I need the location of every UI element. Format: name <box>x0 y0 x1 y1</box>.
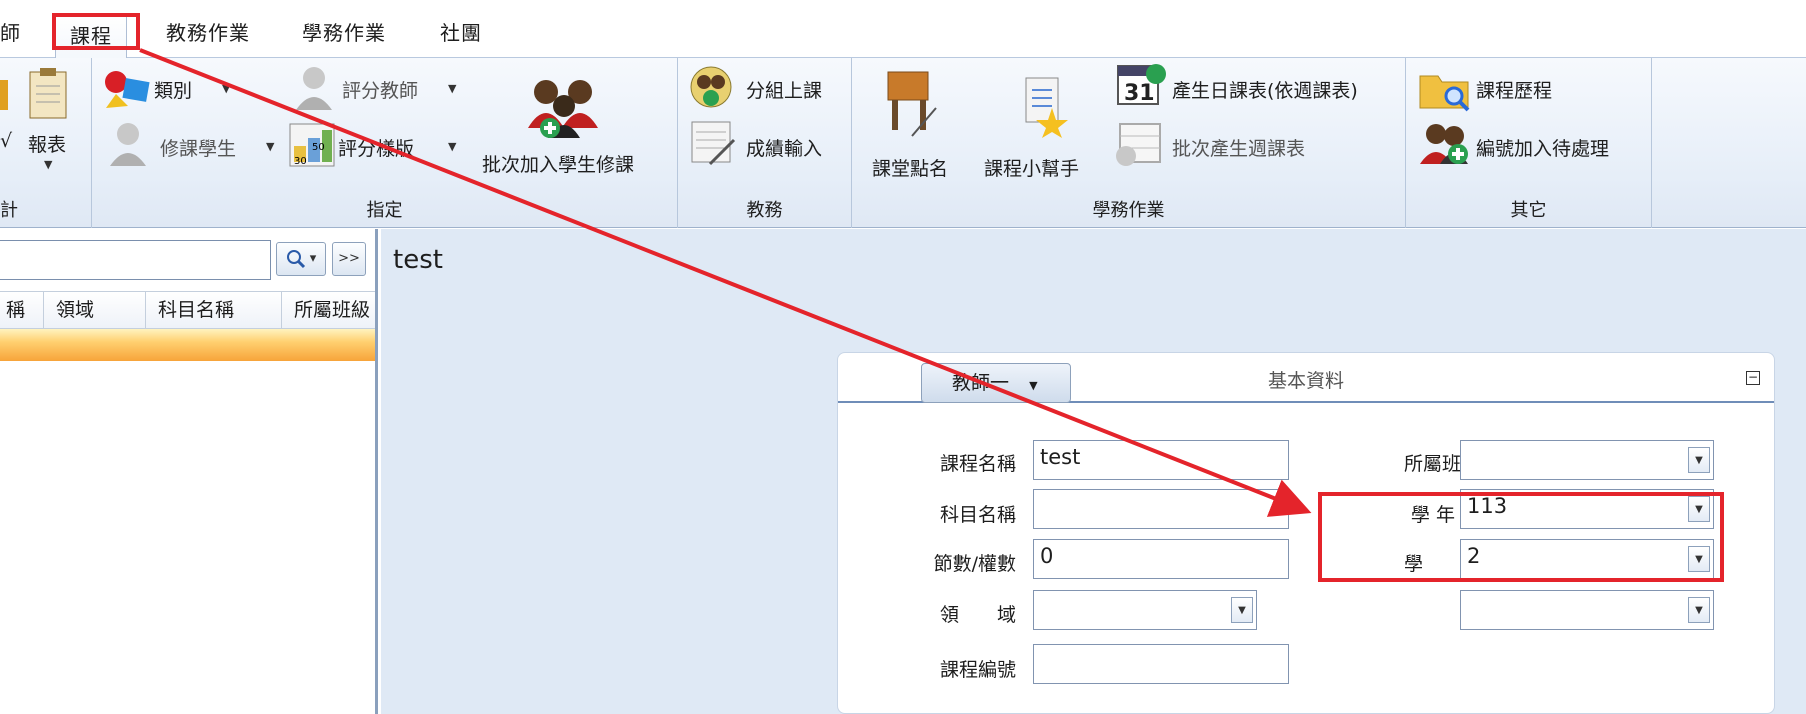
search-dropdown-icon: ▾ <box>309 251 317 266</box>
svg-text:31: 31 <box>1124 81 1155 106</box>
chart-icon <box>0 72 10 116</box>
ribbon-group-statistics-label: 計 <box>0 200 18 221</box>
course-history-button[interactable]: 課程歷程 <box>1476 76 1552 103</box>
teacher-role-label: 教師一 <box>952 372 1010 394</box>
menu-tab-student-affairs[interactable]: 學務作業 <box>302 17 386 46</box>
class-label: 所屬班級 <box>1403 453 1480 475</box>
teacher-select[interactable]: ▼ <box>1460 590 1714 630</box>
course-name-field[interactable]: test <box>1033 440 1289 480</box>
grading-teacher-caret-icon: ▼ <box>448 82 457 95</box>
group-class-button[interactable]: 分組上課 <box>746 76 822 103</box>
course-helper-button[interactable]: 課程小幫手 <box>984 154 1079 181</box>
domain-select[interactable]: ▼ <box>1033 590 1257 630</box>
detail-title: test <box>393 245 443 275</box>
roll-call-button[interactable]: 課堂點名 <box>872 154 948 181</box>
report-caret-icon: ▼ <box>44 158 53 171</box>
category-button[interactable]: 類別 <box>154 76 192 103</box>
report-icon <box>26 66 70 126</box>
grading-teacher-button[interactable]: 評分教師 <box>342 76 418 103</box>
grade-entry-button[interactable]: 成績輸入 <box>746 134 822 161</box>
search-icon <box>286 249 310 268</box>
menu-tab-academic-affairs[interactable]: 教務作業 <box>166 17 250 46</box>
class-select[interactable]: ▼ <box>1460 440 1714 480</box>
semester-label: 學 期 <box>1403 553 1480 575</box>
subject-name-label: 科目名稱 <box>939 504 1016 526</box>
ribbon-group-academic: 分組上課 成績輸入 教務 <box>678 58 852 228</box>
next-button[interactable]: >> <box>332 242 366 276</box>
generate-daily-schedule-button[interactable]: 產生日課表(依週課表) <box>1172 76 1358 103</box>
course-name-label: 課程名稱 <box>939 453 1016 475</box>
credits-field[interactable]: 0 <box>1033 539 1289 579</box>
subject-name-field[interactable] <box>1033 489 1289 529</box>
chevron-down-icon[interactable]: ▼ <box>1688 597 1710 623</box>
school-year-select[interactable]: 113 ▼ <box>1460 489 1714 529</box>
ribbon-group-statistics: 報表 ▼ √ 計 <box>0 58 92 228</box>
folder-search-icon <box>1418 68 1472 116</box>
group-class-icon <box>688 64 734 114</box>
ribbon-group-assign-label: 指定 <box>366 200 403 221</box>
chevron-down-icon[interactable]: ▼ <box>1231 597 1253 623</box>
teacher-role-button[interactable]: 教師一 ▼ <box>921 363 1071 403</box>
ribbon-group-other: 課程歷程 編號加入待處理 其它 <box>1406 58 1652 228</box>
course-list-panel: ▾ >> 稱 領域 科目名稱 所屬班級 <box>0 229 378 714</box>
enroll-student-caret-icon: ▼ <box>266 140 275 153</box>
selected-table-row[interactable] <box>0 329 375 361</box>
roll-call-icon <box>882 68 942 144</box>
column-header-name[interactable]: 稱 <box>0 292 44 330</box>
svg-text:30: 30 <box>294 156 307 167</box>
column-header-subject[interactable]: 科目名稱 <box>146 292 282 330</box>
course-code-label: 課程編號 <box>939 659 1016 681</box>
course-grid-header: 稱 領域 科目名稱 所屬班級 <box>0 291 376 330</box>
batch-weekly-schedule-button[interactable]: 批次產生週課表 <box>1172 134 1305 161</box>
school-year-value: 113 <box>1467 494 1508 518</box>
report-button[interactable]: 報表 <box>28 130 66 157</box>
grading-template-icon: 30 50 <box>288 120 336 172</box>
enroll-student-icon <box>106 120 150 172</box>
calendar-icon: 31 <box>1116 62 1166 112</box>
ribbon-group-assign: 類別 ▼ 評分教師 ▼ 修課學生 ▼ 30 50 評分樣版 ▼ 批次加入學生修課 … <box>92 58 678 228</box>
stat-partial-label: √ <box>0 130 13 152</box>
add-pending-icon <box>1418 120 1472 170</box>
search-input[interactable] <box>0 240 271 280</box>
menu-tab-teacher[interactable]: 師 <box>0 17 21 46</box>
column-header-class[interactable]: 所屬班級 <box>282 292 376 330</box>
category-caret-icon: ▼ <box>222 82 231 95</box>
school-year-label: 學 年 度 <box>1410 504 1480 526</box>
batch-add-button[interactable]: 批次加入學生修課 <box>482 150 634 177</box>
column-header-domain[interactable]: 領域 <box>44 292 146 330</box>
semester-select[interactable]: 2 ▼ <box>1460 539 1714 579</box>
grade-entry-icon <box>690 120 736 170</box>
grading-template-caret-icon: ▼ <box>448 140 457 153</box>
chevron-down-icon[interactable]: ▼ <box>1688 447 1710 473</box>
enroll-student-button[interactable]: 修課學生 <box>160 134 236 161</box>
category-icon <box>102 68 152 116</box>
svg-text:50: 50 <box>312 142 325 153</box>
menu-bar: 師 課程 教務作業 學務作業 社團 <box>0 0 1806 60</box>
teacher-caret-icon: ▼ <box>1029 379 1038 392</box>
ribbon-group-student-affairs-label: 學務作業 <box>1092 200 1165 221</box>
domain-label: 領 域 <box>939 604 1016 626</box>
menu-tab-course[interactable]: 課程 <box>55 14 127 60</box>
chevron-down-icon[interactable]: ▼ <box>1688 546 1710 572</box>
ribbon-group-other-label: 其它 <box>1510 200 1547 221</box>
grading-template-button[interactable]: 評分樣版 <box>338 134 414 161</box>
ribbon: 報表 ▼ √ 計 類別 ▼ 評分教師 ▼ 修課學生 ▼ 30 50 評分樣版 ▼ … <box>0 58 1806 228</box>
ribbon-group-academic-label: 教務 <box>746 200 783 221</box>
course-code-field[interactable] <box>1033 644 1289 684</box>
menu-tab-club[interactable]: 社團 <box>440 17 482 46</box>
ribbon-group-student-affairs: 課堂點名 課程小幫手 31 產生日課表(依週課表) 批次產生週課表 學務作業 <box>852 58 1406 228</box>
collapse-icon[interactable]: − <box>1746 371 1760 385</box>
grading-teacher-icon <box>292 64 336 116</box>
chevron-down-icon[interactable]: ▼ <box>1688 496 1710 522</box>
search-button[interactable]: ▾ <box>276 242 326 276</box>
course-helper-icon <box>1022 76 1072 144</box>
credits-label: 節數/權數 <box>933 553 1016 575</box>
semester-value: 2 <box>1467 544 1481 568</box>
add-pending-button[interactable]: 編號加入待處理 <box>1476 134 1609 161</box>
weekly-schedule-icon <box>1114 120 1164 170</box>
batch-add-icon <box>524 76 604 146</box>
